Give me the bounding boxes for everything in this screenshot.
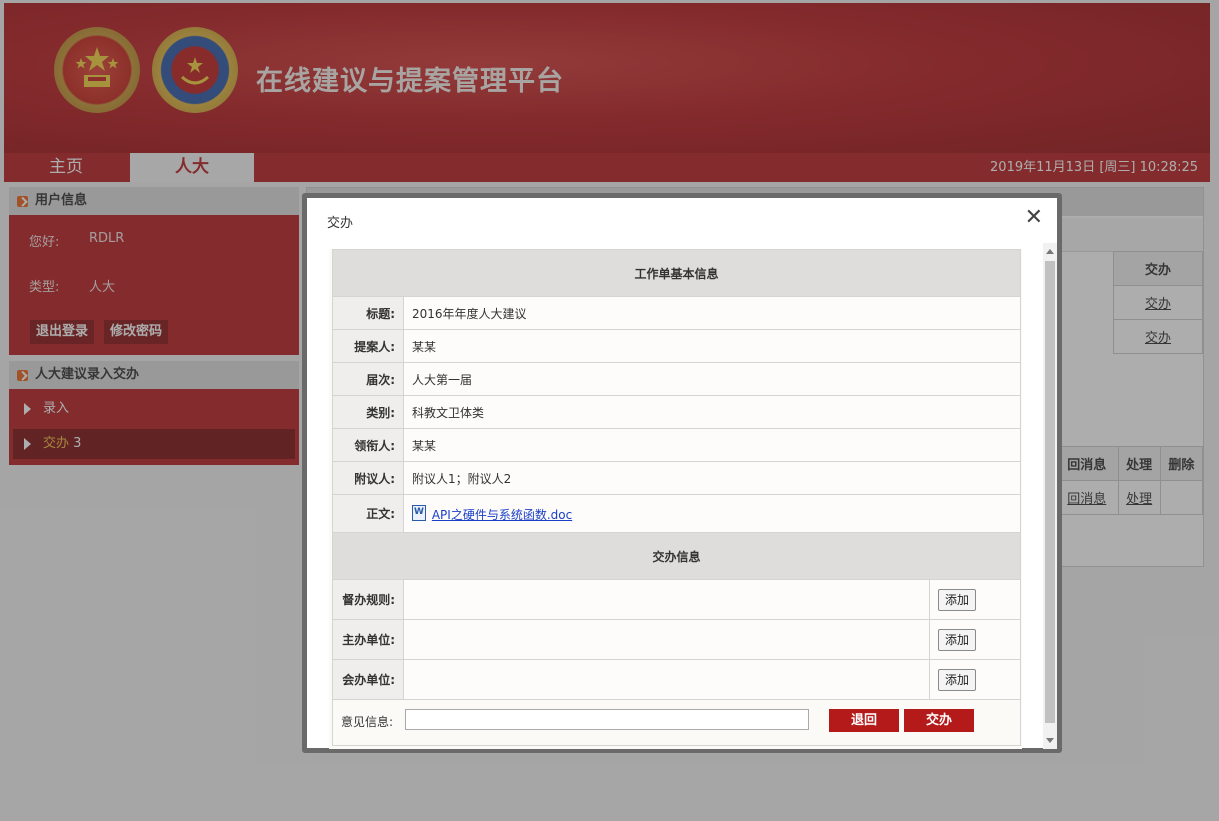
section-basic-info: 工作单基本信息 xyxy=(332,249,1021,297)
field-label: 提案人: xyxy=(332,329,404,363)
scroll-thumb[interactable] xyxy=(1045,261,1055,723)
attachment-link[interactable]: API之硬件与系统函数.doc xyxy=(432,508,572,522)
return-button[interactable]: 退回 xyxy=(829,709,899,732)
field-label: 领衔人: xyxy=(332,428,404,462)
field-proposer-value: 某某 xyxy=(403,329,1021,363)
close-icon[interactable]: ✕ xyxy=(1025,206,1043,230)
field-label: 类别: xyxy=(332,395,404,429)
field-session-value: 人大第一届 xyxy=(403,362,1021,396)
scroll-down-icon[interactable] xyxy=(1046,738,1054,743)
work-order-table: 工作单基本信息 标题: 2016年年度人大建议 提案人: 某某 届次: 人大第一… xyxy=(332,249,1021,700)
field-label: 督办规则: xyxy=(332,579,404,620)
field-label: 标题: xyxy=(332,296,404,330)
add-co-unit-button[interactable]: 添加 xyxy=(938,668,977,691)
co-unit-value xyxy=(403,659,930,700)
dialog-title: 交办 xyxy=(327,216,354,231)
field-label: 正文: xyxy=(332,494,404,533)
assign-dialog: 交办 ✕ 工作单基本信息 标题: 2016年年度人大建议 提案人: 某某 届次:… xyxy=(302,193,1062,753)
section-assign-info: 交办信息 xyxy=(332,532,1021,580)
opinion-row: 意见信息: 退回 交办 xyxy=(332,700,1021,746)
field-label: 届次: xyxy=(332,362,404,396)
field-label: 附议人: xyxy=(332,461,404,495)
field-leader-value: 某某 xyxy=(403,428,1021,462)
lead-unit-value xyxy=(403,619,930,660)
dialog-scrollbar[interactable] xyxy=(1043,243,1057,749)
add-lead-unit-button[interactable]: 添加 xyxy=(938,628,977,651)
assign-button[interactable]: 交办 xyxy=(904,709,974,732)
field-seconders-value: 附议人1；附议人2 xyxy=(403,461,1021,495)
supervision-rule-value xyxy=(403,579,930,620)
field-category-value: 科教文卫体类 xyxy=(403,395,1021,429)
field-body-value: API之硬件与系统函数.doc xyxy=(403,494,1021,533)
opinion-label: 意见信息: xyxy=(341,715,394,729)
add-supervision-rule-button[interactable]: 添加 xyxy=(938,588,977,611)
opinion-input[interactable] xyxy=(405,709,809,730)
dialog-body: 工作单基本信息 标题: 2016年年度人大建议 提案人: 某某 届次: 人大第一… xyxy=(329,249,1022,749)
field-label: 主办单位: xyxy=(332,619,404,660)
field-label: 会办单位: xyxy=(332,659,404,700)
field-title-value: 2016年年度人大建议 xyxy=(403,296,1021,330)
word-document-icon xyxy=(412,504,426,521)
scroll-up-icon[interactable] xyxy=(1046,249,1054,254)
